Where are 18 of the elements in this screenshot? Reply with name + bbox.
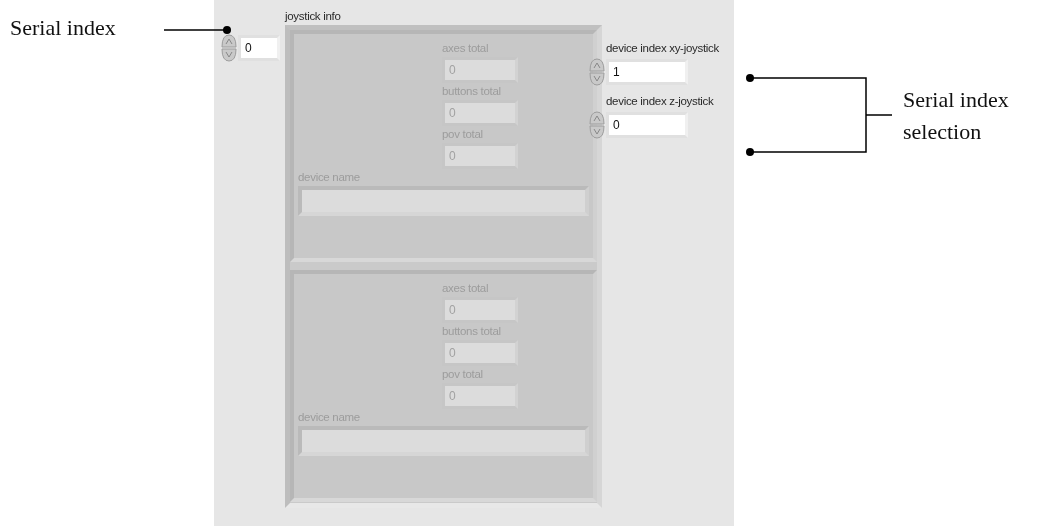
counter-field: 0	[442, 297, 518, 323]
device-index-label: device index xy-joystick	[606, 41, 719, 56]
counter-field: 0	[442, 100, 518, 126]
leader-line	[164, 24, 232, 36]
serial-index-field[interactable]: 0	[238, 35, 280, 61]
counter-field: 0	[442, 383, 518, 409]
spinner-arrows-icon[interactable]	[220, 33, 238, 63]
device-index-field[interactable]: 0	[606, 112, 688, 138]
device-index-label: device index z-joystick	[606, 94, 714, 109]
counter-field: 0	[442, 340, 518, 366]
annotation-text: Serial index	[10, 14, 116, 42]
spinner-arrows-icon[interactable]	[588, 57, 606, 87]
counter-field: 0	[442, 143, 518, 169]
device-index-field[interactable]: 1	[606, 59, 688, 85]
cluster-label: joystick info	[285, 9, 342, 24]
counter-field: 0	[442, 57, 518, 83]
annotation-text: Serial index selection	[903, 86, 1010, 146]
spinner-arrows-icon[interactable]	[588, 110, 606, 140]
